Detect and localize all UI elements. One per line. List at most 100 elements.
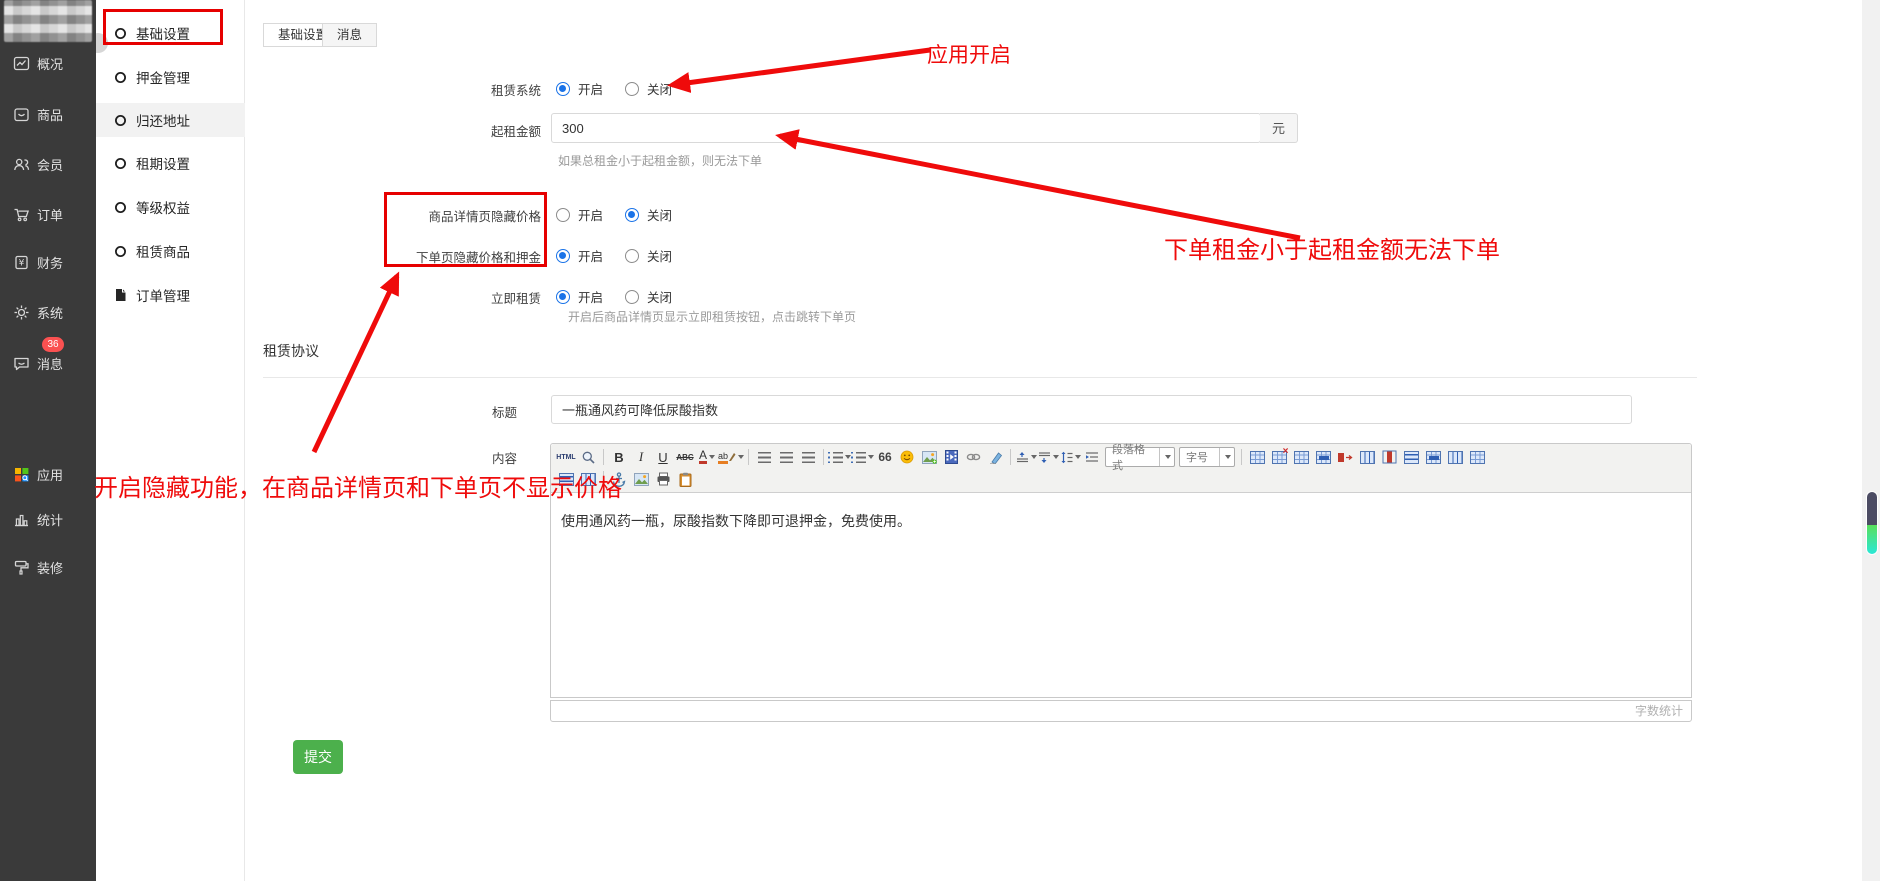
insert-image-icon[interactable]: [918, 446, 940, 468]
space-below-icon[interactable]: [1037, 446, 1059, 468]
font-color-icon[interactable]: A: [696, 446, 718, 468]
paste-icon[interactable]: [674, 468, 696, 490]
merge-cells-icon[interactable]: [1334, 446, 1356, 468]
circle-icon: [114, 27, 127, 40]
sidebar-item-orders[interactable]: 订单: [0, 203, 96, 225]
rent-now-off-radio[interactable]: [625, 290, 639, 304]
preview-icon[interactable]: [577, 446, 599, 468]
sidebar-item-stats[interactable]: 统计: [0, 508, 96, 530]
unordered-list-icon[interactable]: [851, 446, 874, 468]
radio-option-label[interactable]: 关闭: [647, 79, 672, 98]
font-size-select[interactable]: 字号: [1179, 447, 1235, 467]
min-rent-input[interactable]: [551, 113, 1261, 143]
editor-content-area[interactable]: 使用通风药一瓶，尿酸指数下降即可退押金，免费使用。: [551, 493, 1691, 697]
submit-button[interactable]: 提交: [293, 740, 343, 774]
submenu-item-label: 租赁商品: [136, 241, 190, 261]
editor-toolbar: HTML B I U ABC A ab 66: [551, 444, 1691, 493]
min-rent-label: 起租金额: [300, 121, 541, 140]
document-icon: [114, 289, 127, 302]
sidebar-item-messages[interactable]: 消息: [0, 352, 96, 374]
align-right-icon[interactable]: [797, 446, 819, 468]
cell-props-icon[interactable]: [1312, 446, 1334, 468]
image-map-icon[interactable]: [630, 468, 652, 490]
submenu-item-label: 等级权益: [136, 197, 190, 217]
align-left-icon[interactable]: [753, 446, 775, 468]
insert-row-icon[interactable]: [1378, 446, 1400, 468]
split-cells-icon[interactable]: [1356, 446, 1378, 468]
submenu-item-deposit[interactable]: 押金管理: [96, 60, 245, 94]
insert-link-icon[interactable]: [962, 446, 984, 468]
radio-option-label[interactable]: 开启: [578, 205, 603, 224]
tab-messages[interactable]: 消息: [322, 23, 377, 47]
submenu-item-rental-goods[interactable]: 租赁商品: [96, 234, 245, 268]
source-code-icon[interactable]: HTML: [555, 446, 577, 468]
hide-price-detail-on-radio[interactable]: [556, 208, 570, 222]
table-props-icon[interactable]: [1290, 446, 1312, 468]
message-icon: [13, 355, 30, 372]
indent-icon[interactable]: [1081, 446, 1103, 468]
sidebar-item-members[interactable]: 会员: [0, 153, 96, 175]
eraser-icon[interactable]: [984, 446, 1006, 468]
ordered-list-icon[interactable]: [828, 446, 851, 468]
blockquote-icon[interactable]: 66: [874, 446, 896, 468]
delete-table-icon[interactable]: [1268, 446, 1290, 468]
rent-system-off-radio[interactable]: [625, 82, 639, 96]
min-rent-unit: 元: [1260, 113, 1298, 143]
radio-option-label[interactable]: 关闭: [647, 205, 672, 224]
scrollbar-track[interactable]: [1862, 0, 1880, 881]
sidebar-item-decorate[interactable]: 装修: [0, 556, 96, 578]
submenu-item-return-address[interactable]: 归还地址: [96, 103, 245, 137]
submenu-item-lease-term[interactable]: 租期设置: [96, 146, 245, 180]
sidebar-item-goods[interactable]: 商品: [0, 103, 96, 125]
submenu-item-label: 基础设置: [136, 23, 190, 43]
italic-icon[interactable]: I: [630, 446, 652, 468]
radio-option-label[interactable]: 开启: [578, 287, 603, 306]
sidebar-item-finance[interactable]: ¥ 财务: [0, 251, 96, 273]
align-center-icon[interactable]: [775, 446, 797, 468]
insert-rows-icon[interactable]: [555, 468, 577, 490]
sidebar-item-overview[interactable]: 概况: [0, 52, 96, 74]
agreement-title-input[interactable]: [551, 395, 1632, 424]
submenu-item-label: 押金管理: [136, 67, 190, 87]
radio-option-label[interactable]: 开启: [578, 79, 603, 98]
submenu-item-order-management[interactable]: 订单管理: [96, 278, 245, 312]
insert-col-icon[interactable]: [1400, 446, 1422, 468]
rent-now-label: 立即租赁: [300, 288, 541, 307]
delete-col-icon[interactable]: [1444, 446, 1466, 468]
radio-option-label[interactable]: 开启: [578, 246, 603, 265]
insert-media-icon[interactable]: [940, 446, 962, 468]
hide-price-detail-off-radio[interactable]: [625, 208, 639, 222]
sidebar-item-apps[interactable]: 应用: [0, 463, 96, 485]
rent-system-on-radio[interactable]: [556, 82, 570, 96]
circle-icon: [114, 71, 127, 84]
insert-cols-icon[interactable]: [577, 468, 599, 490]
insert-table-icon[interactable]: [1246, 446, 1268, 468]
underline-icon[interactable]: U: [652, 446, 674, 468]
emoji-icon[interactable]: [896, 446, 918, 468]
space-above-icon[interactable]: [1015, 446, 1037, 468]
submenu-item-level-benefits[interactable]: 等级权益: [96, 190, 245, 224]
sidebar-item-system[interactable]: 系统: [0, 301, 96, 323]
members-icon: [13, 156, 30, 173]
anchor-icon[interactable]: [608, 468, 630, 490]
print-icon[interactable]: [652, 468, 674, 490]
line-height-icon[interactable]: [1059, 446, 1081, 468]
hide-price-order-on-radio[interactable]: [556, 249, 570, 263]
word-count-label[interactable]: 字数统计: [1635, 704, 1683, 718]
submenu-item-basic-settings[interactable]: 基础设置: [96, 16, 245, 50]
table-grid-icon[interactable]: [1466, 446, 1488, 468]
paragraph-format-select[interactable]: 段落格式: [1105, 447, 1175, 467]
radio-option-label[interactable]: 关闭: [647, 246, 672, 265]
sidebar-item-label: 订单: [37, 205, 63, 224]
toolbar-separator: [823, 449, 824, 465]
hide-price-order-off-radio[interactable]: [625, 249, 639, 263]
min-rent-hint: 如果总租金小于起租金额，则无法下单: [558, 152, 762, 169]
scroll-position-indicator[interactable]: [1866, 491, 1878, 555]
rent-system-radio-group: 开启 关闭: [556, 79, 686, 98]
radio-option-label[interactable]: 关闭: [647, 287, 672, 306]
delete-row-icon[interactable]: [1422, 446, 1444, 468]
bold-icon[interactable]: B: [608, 446, 630, 468]
highlight-icon[interactable]: ab: [718, 446, 744, 468]
rent-now-on-radio[interactable]: [556, 290, 570, 304]
strikethrough-icon[interactable]: ABC: [674, 446, 696, 468]
